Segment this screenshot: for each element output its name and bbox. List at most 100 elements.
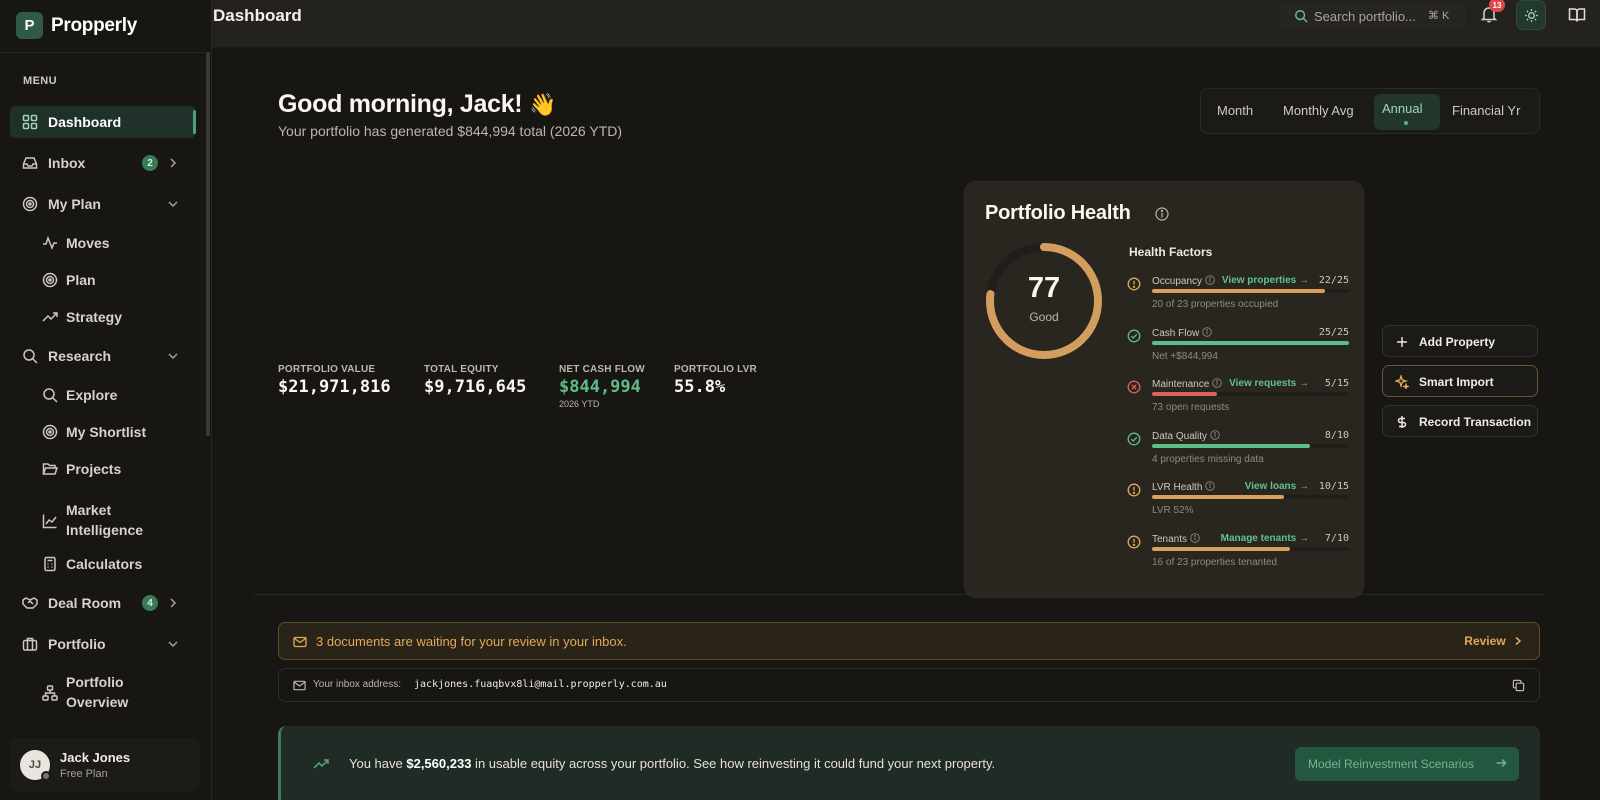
add-property-button[interactable]: Add Property bbox=[1382, 325, 1538, 357]
sidebar-item-strategy[interactable]: Strategy bbox=[10, 301, 196, 333]
tab-financial-yr[interactable]: Financial Yr bbox=[1452, 103, 1520, 118]
sidebar-item-label: Portfolio Overview bbox=[66, 674, 129, 710]
info-icon[interactable] bbox=[1205, 275, 1215, 285]
factor-score: 10/15 bbox=[1318, 481, 1349, 493]
line-chart-icon bbox=[42, 514, 57, 529]
sidebar-item-deal-room[interactable]: Deal Room 4 bbox=[10, 587, 196, 619]
info-icon[interactable] bbox=[1210, 430, 1220, 440]
sidebar-item-label: Market Intelligence bbox=[66, 502, 144, 538]
info-icon[interactable] bbox=[1190, 533, 1200, 543]
factor-progress-track bbox=[1152, 392, 1349, 397]
factor-link[interactable]: Manage tenants → bbox=[1221, 533, 1309, 544]
metric-portfolio-lvr: PORTFOLIO LVR 55.8% bbox=[674, 364, 757, 397]
sidebar-item-dashboard[interactable]: Dashboard bbox=[10, 106, 196, 138]
sidebar-item-label: Plan bbox=[66, 272, 96, 288]
model-reinvestment-button[interactable]: Model Reinvestment Scenarios bbox=[1295, 747, 1519, 781]
factor-link[interactable]: View requests → bbox=[1229, 378, 1309, 389]
theme-toggle-button[interactable] bbox=[1516, 0, 1546, 30]
sidebar-item-market-intelligence[interactable]: Market Intelligence bbox=[10, 500, 196, 542]
health-factors-title: Health Factors bbox=[1129, 245, 1213, 259]
sidebar-item-my-shortlist[interactable]: My Shortlist bbox=[10, 416, 196, 448]
chevron-right-icon[interactable] bbox=[166, 596, 180, 610]
tab-month[interactable]: Month bbox=[1217, 103, 1253, 118]
metric-label: NET CASH FLOW bbox=[559, 364, 645, 375]
chevron-down-icon[interactable] bbox=[166, 637, 180, 651]
active-tab-dot bbox=[1404, 121, 1408, 125]
calculator-icon bbox=[44, 556, 56, 572]
info-icon[interactable] bbox=[1155, 207, 1169, 221]
factor-subtitle: 4 properties missing data bbox=[1152, 453, 1264, 465]
network-icon bbox=[42, 685, 58, 701]
health-score-label: Good bbox=[1029, 310, 1059, 324]
sidebar-item-portfolio[interactable]: Portfolio bbox=[10, 628, 196, 660]
button-label: Record Transaction bbox=[1419, 415, 1532, 429]
review-button[interactable]: Review bbox=[1464, 634, 1523, 648]
info-icon[interactable] bbox=[1202, 326, 1213, 337]
greeting-text: Good morning, Jack! bbox=[278, 90, 523, 118]
x-circle-icon bbox=[1127, 380, 1141, 394]
status-dot bbox=[41, 771, 51, 781]
user-profile[interactable]: JJ Jack Jones Free Plan bbox=[10, 738, 200, 792]
smart-import-button[interactable]: Smart Import bbox=[1382, 365, 1538, 397]
sidebar-item-inbox[interactable]: Inbox 2 bbox=[10, 147, 196, 179]
factor-name: Data Quality bbox=[1152, 430, 1220, 442]
health-title: Portfolio Health bbox=[985, 202, 1131, 224]
factor-name-text: Tenants bbox=[1152, 534, 1188, 545]
alert-circle-icon bbox=[1127, 483, 1141, 497]
sidebar-item-research[interactable]: Research bbox=[10, 340, 196, 372]
tab-annual[interactable]: Annual bbox=[1382, 101, 1422, 116]
book-open-icon[interactable] bbox=[1568, 6, 1586, 24]
copy-icon[interactable] bbox=[1512, 679, 1525, 692]
deal-room-count-badge: 4 bbox=[142, 595, 158, 611]
brand[interactable]: P Propperly bbox=[16, 12, 137, 39]
factor-subtitle: 20 of 23 properties occupied bbox=[1152, 299, 1279, 310]
divider bbox=[0, 52, 212, 53]
button-label: Add Property bbox=[1419, 335, 1496, 349]
info-icon[interactable] bbox=[1212, 378, 1223, 388]
factor-progress-track bbox=[1152, 443, 1349, 448]
info-icon[interactable] bbox=[1205, 481, 1216, 492]
metric-label: TOTAL EQUITY bbox=[424, 364, 499, 375]
sidebar-item-my-plan[interactable]: My Plan bbox=[10, 188, 196, 220]
equity-banner: You have $2,560,233 in usable equity acr… bbox=[278, 726, 1540, 800]
handshake-icon bbox=[22, 597, 38, 609]
sidebar-item-portfolio-overview[interactable]: Portfolio Overview bbox=[10, 672, 196, 714]
factor-progress-fill bbox=[1152, 547, 1290, 551]
factor-link[interactable]: View properties → bbox=[1222, 275, 1309, 286]
factor-link[interactable]: View loans → bbox=[1245, 481, 1309, 492]
health-factor-occupancy: Occupancy View properties → 22/25 20 of 23 … bbox=[1127, 275, 1349, 321]
main-content: Good morning, Jack! 👋 Your portfolio has… bbox=[212, 48, 1600, 800]
sidebar-item-plan[interactable]: Plan bbox=[10, 264, 196, 296]
chevron-down-icon[interactable] bbox=[166, 349, 180, 363]
factor-subtitle: Net +$844,994 bbox=[1152, 350, 1218, 362]
chevron-down-icon[interactable] bbox=[166, 197, 180, 211]
health-factor-data-quality: Data Quality 8/10 4 properties missing dat… bbox=[1127, 430, 1349, 476]
topbar: Dashboard Search portfolio... ⌘ K 13 bbox=[212, 0, 1600, 48]
dollar-icon bbox=[1397, 416, 1407, 428]
button-label: Smart Import bbox=[1419, 375, 1494, 389]
factor-progress-fill bbox=[1152, 289, 1326, 293]
sidebar-item-calculators[interactable]: Calculators bbox=[10, 548, 196, 580]
factor-name-text: Maintenance bbox=[1152, 379, 1210, 391]
factor-name: Tenants bbox=[1152, 533, 1200, 545]
chevron-right-icon[interactable] bbox=[166, 156, 180, 170]
check-circle-icon bbox=[1127, 329, 1141, 343]
sidebar-item-projects[interactable]: Projects bbox=[10, 453, 196, 485]
search-icon bbox=[1295, 10, 1308, 23]
equity-message: You have $2,560,233 in usable equity acr… bbox=[349, 756, 995, 771]
tab-monthly-avg[interactable]: Monthly Avg bbox=[1283, 103, 1354, 118]
documents-alert-text: 3 documents are waiting for your review … bbox=[316, 634, 627, 649]
sidebar-item-explore[interactable]: Explore bbox=[10, 379, 196, 411]
target-icon bbox=[22, 196, 38, 212]
search-input[interactable]: Search portfolio... ⌘ K bbox=[1280, 3, 1466, 29]
sidebar-item-moves[interactable]: Moves bbox=[10, 227, 196, 259]
factor-name: Occupancy bbox=[1152, 275, 1215, 287]
greeting-subtitle: Your portfolio has generated $844,994 to… bbox=[278, 123, 623, 139]
button-label: Model Reinvestment Scenarios bbox=[1308, 757, 1475, 771]
sidebar-scrollbar[interactable] bbox=[206, 52, 210, 436]
factor-name-text: LVR Health bbox=[1152, 482, 1203, 494]
equity-amount: $2,560,233 bbox=[406, 756, 472, 771]
health-factor-lvr-health: LVR Health View loans → 10/15 LVR 52% bbox=[1127, 481, 1349, 527]
record-transaction-button[interactable]: Record Transaction bbox=[1382, 405, 1538, 437]
sidebar: P Propperly MENU Dashboard Inbox 2 My Pl… bbox=[0, 0, 212, 800]
